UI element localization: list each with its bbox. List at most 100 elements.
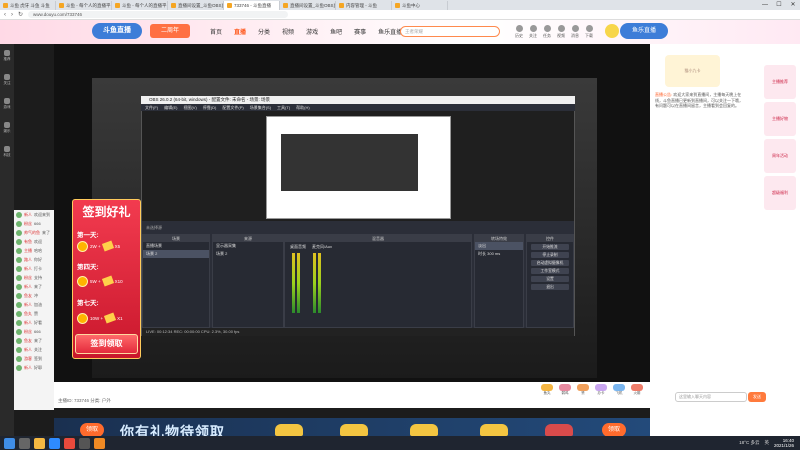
browser-tab[interactable]: 斗鱼 虎牙 斗鱼 斗鱼 [0, 1, 56, 10]
obs-icon[interactable] [79, 437, 90, 449]
settings-button[interactable]: 设置 [531, 276, 569, 282]
obs-menu-item[interactable]: 配置文件(P) [222, 104, 243, 111]
studio-mode-button[interactable]: 工作室模式 [531, 268, 569, 274]
ad-claim-button-right[interactable]: 领取 [602, 423, 626, 437]
obs-menu-item[interactable]: 帮助(H) [296, 104, 310, 111]
chat-user[interactable]: 路人 [24, 257, 32, 263]
obs-menu-item[interactable]: 编辑(E) [164, 104, 177, 111]
scene-item[interactable]: 场景 2 [143, 250, 209, 258]
send-button[interactable]: 发送 [748, 392, 766, 402]
input-language[interactable]: 英 [764, 440, 769, 446]
chat-user[interactable]: 主播 [24, 248, 32, 254]
transition-duration-value[interactable]: 300 ms [487, 251, 500, 256]
chat-user[interactable]: 新人 [24, 347, 32, 353]
header-icon-item[interactable]: 视频 [557, 25, 565, 39]
header-icon-item[interactable]: 下载 [585, 25, 593, 39]
minimize-button[interactable]: — [758, 0, 772, 10]
chat-user[interactable]: 粉丝 [24, 329, 32, 335]
gift-item[interactable]: 弱鸡 [558, 384, 572, 396]
browser-icon[interactable] [49, 437, 60, 449]
header-banner[interactable]: 鱼乐直播 [620, 23, 668, 39]
browser-tab[interactable]: 直播间设置_斗鱼OBS直播 [280, 1, 336, 10]
search-icon[interactable] [19, 437, 30, 449]
side-ad[interactable]: 超级福利 [764, 176, 796, 210]
exit-button[interactable]: 退出 [531, 284, 569, 290]
obs-menu-item[interactable]: 文件(F) [145, 104, 158, 111]
maximize-button[interactable]: ☐ [772, 0, 786, 10]
side-ad[interactable]: 周年活动 [764, 139, 796, 173]
source-item[interactable]: 场景 2 [213, 250, 283, 258]
chat-user[interactable]: 粉丝 [24, 275, 32, 281]
gift-item[interactable]: 火箭 [630, 384, 644, 396]
chat-user[interactable]: 新人 [24, 302, 32, 308]
browser-tab[interactable]: 斗鱼 - 每个人的直播平台 [112, 1, 168, 10]
obs-menu-item[interactable]: 工具(T) [277, 104, 290, 111]
browser-tab[interactable]: 斗鱼中心 [392, 1, 448, 10]
source-item[interactable]: 显示器采集 [213, 242, 283, 250]
sidebar-item[interactable]: 关注 [0, 68, 14, 92]
chat-user[interactable]: 新人 [24, 365, 32, 371]
side-ad[interactable]: 主播推荐 [764, 65, 796, 99]
sidebar-item[interactable]: 推荐 [0, 44, 14, 68]
obs-menu-item[interactable]: 停靠(D) [203, 104, 217, 111]
gift-item[interactable]: 赞 [576, 384, 590, 396]
chat-user[interactable]: 粉丝 [24, 221, 32, 227]
virtual-camera-button[interactable]: 启动虚拟摄像机 [531, 260, 569, 266]
gift-item[interactable]: 飞机 [612, 384, 626, 396]
douyu-icon[interactable] [94, 437, 105, 449]
site-nav-item[interactable]: 直播 [234, 27, 246, 36]
transition-select[interactable]: 淡出 [475, 242, 523, 250]
clock[interactable]: 16:40 2021/1/26 [774, 438, 794, 448]
site-nav-item[interactable]: 赛事 [354, 27, 366, 36]
header-icon-item[interactable]: 任务 [543, 25, 551, 39]
signin-claim-button[interactable]: 签到领取 [75, 334, 138, 354]
chat-input[interactable]: 这里输入聊天内容 [675, 392, 747, 402]
chat-user[interactable]: 鱼丸 [24, 311, 32, 317]
weather[interactable]: 18°C 多云 [739, 440, 759, 446]
sidebar-item[interactable]: 娱乐 [0, 116, 14, 140]
site-nav-item[interactable]: 游戏 [306, 27, 318, 36]
url-input[interactable]: www.douyu.com/733746 [28, 11, 289, 18]
site-nav-item[interactable]: 视频 [282, 27, 294, 36]
reload-icon[interactable]: ↻ [18, 11, 23, 18]
site-nav-item[interactable]: 首页 [210, 27, 222, 36]
browser-tab[interactable]: 内容管理 - 斗鱼 [336, 1, 392, 10]
sidebar-item[interactable]: 游戏 [0, 92, 14, 116]
obs-menu-item[interactable]: 视图(V) [183, 104, 196, 111]
site-nav-item[interactable]: 鱼吧 [330, 27, 342, 36]
header-icon-item[interactable]: 关注 [529, 25, 537, 39]
obs-menu-item[interactable]: 场景集合(S) [250, 104, 271, 111]
chat-user[interactable]: 游客 [24, 356, 32, 362]
chat-user[interactable]: 新人 [24, 284, 32, 290]
anniversary-badge[interactable]: 二周年 [150, 24, 190, 38]
header-icon-item[interactable]: 消息 [571, 25, 579, 39]
folder-icon[interactable] [34, 437, 45, 449]
gift-item[interactable]: 鱼丸 [540, 384, 554, 396]
back-icon[interactable]: ‹ [4, 12, 6, 18]
stop-recording-button[interactable]: 停止录制 [531, 252, 569, 258]
browser-tab[interactable]: 斗鱼 - 每个人的直播平台 [56, 1, 112, 10]
sidebar-item[interactable]: 科技 [0, 140, 14, 164]
chat-user[interactable]: 鱼友 [24, 338, 32, 344]
scene-item[interactable]: 直播场景 [143, 242, 209, 250]
start-streaming-button[interactable]: 开始推流 [531, 244, 569, 250]
site-logo[interactable]: 斗鱼直播 [92, 23, 142, 39]
chat-user[interactable]: 鱼友 [24, 293, 32, 299]
site-search-input[interactable]: 王者荣耀 [400, 26, 500, 37]
site-nav-item[interactable]: 鱼乐直播 [378, 27, 402, 36]
app-icon[interactable] [64, 437, 75, 449]
close-button[interactable]: ✕ [786, 0, 800, 10]
browser-tab[interactable]: 733746 - 斗鱼直播 [224, 1, 280, 10]
header-icon-item[interactable]: 历史 [515, 25, 523, 39]
chat-user[interactable]: 新人 [24, 212, 32, 218]
side-ad[interactable]: 主播好物 [764, 102, 796, 136]
ad-claim-button-left[interactable]: 领取 [80, 423, 104, 437]
chat-user[interactable]: 有鱼 [24, 239, 32, 245]
site-nav-item[interactable]: 分类 [258, 27, 270, 36]
chat-user[interactable]: 新人 [24, 266, 32, 272]
start-icon[interactable] [4, 437, 15, 449]
streamer-avatar[interactable]: 猫小九卡 [665, 55, 720, 87]
browser-tab[interactable]: 直播间设置_斗鱼OBS直播 [168, 1, 224, 10]
user-avatar[interactable] [605, 24, 619, 38]
chat-user[interactable]: 帅气的鱼 [24, 230, 40, 236]
